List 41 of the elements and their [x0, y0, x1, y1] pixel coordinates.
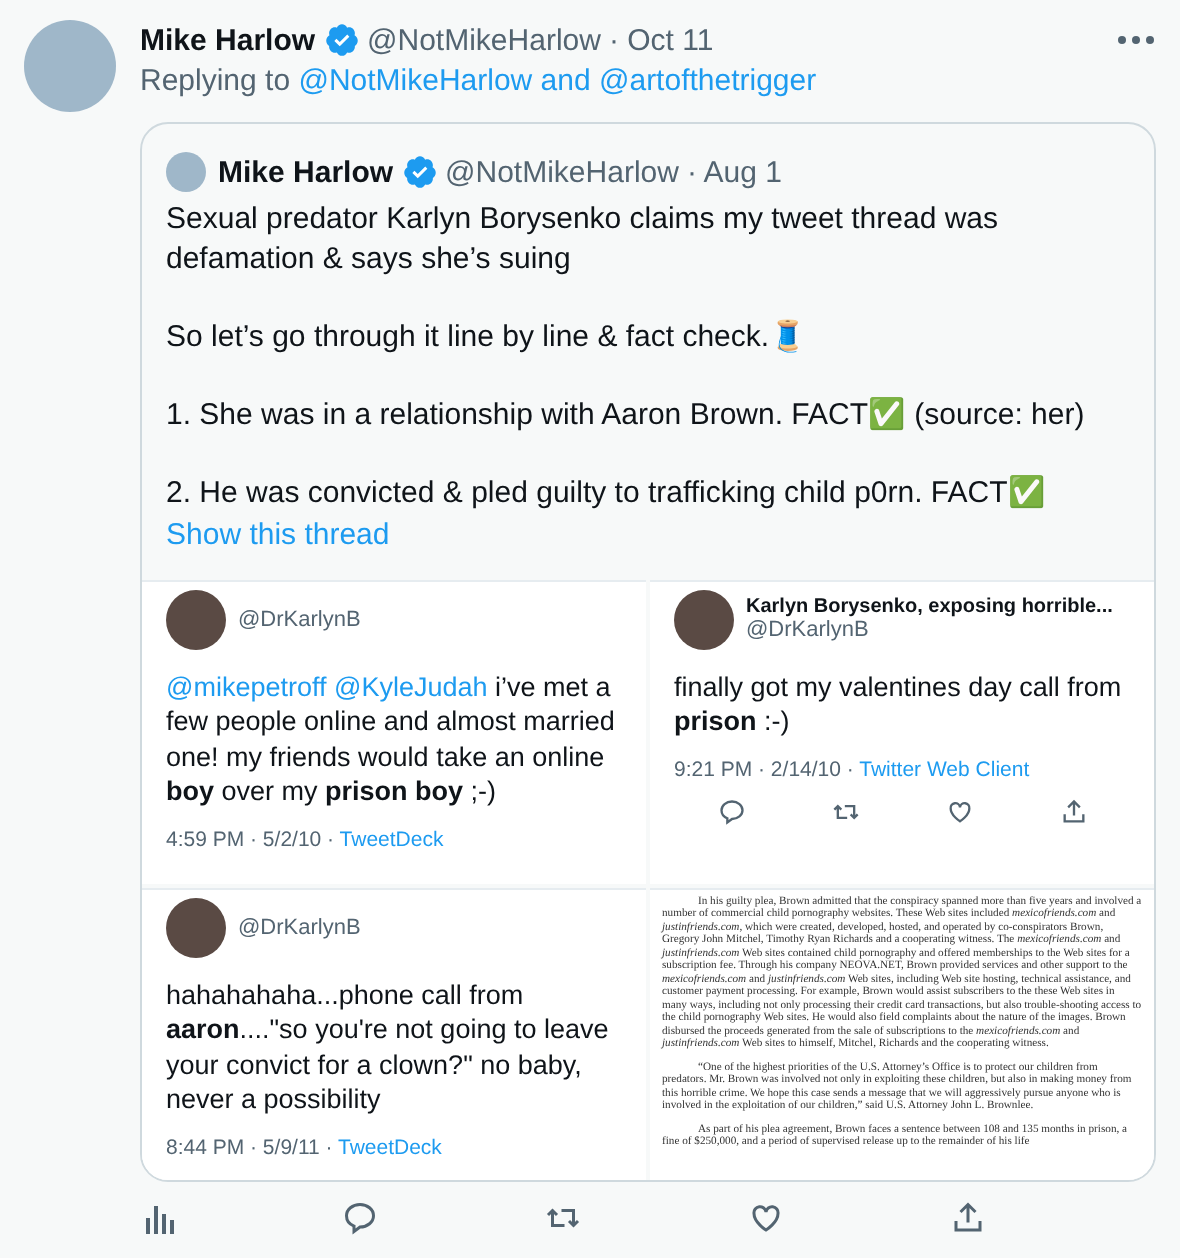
reply-icon	[717, 797, 745, 825]
source-link: TweetDeck	[339, 827, 444, 851]
analytics-icon[interactable]	[144, 1201, 176, 1233]
tweet-date[interactable]: · Oct 11	[608, 23, 714, 57]
heart-icon[interactable]	[748, 1199, 784, 1235]
avatar	[166, 152, 206, 192]
tweet-text: @mikepetroff @KyleJudah i’ve met a few people online and almost married one! my friends would take an online boy over my prison boy ;-)	[166, 669, 617, 809]
avatar	[674, 589, 734, 649]
author-handle: @DrKarlynB	[238, 915, 361, 939]
avatar	[166, 897, 226, 957]
author-handle[interactable]: @NotMikeHarlow	[367, 23, 601, 57]
tweet-screenshot[interactable]: @DrKarlynB hahahahaha...phone call from aaron...."so you're not going to leave your convict for a clown?" no baby, never a possibility 8:44 PM · 5/9/11 · TweetDeck	[142, 887, 646, 1179]
avatar	[166, 589, 226, 649]
share-icon[interactable]	[950, 1199, 986, 1235]
tweet-screenshot[interactable]: Karlyn Borysenko, exposing horrible... @DrKarlynB finally got my valentines day call from prison :-) 9:21 PM · 2/14/10 · Twitter Web Client	[650, 579, 1154, 883]
tweet-date: · Aug 1	[686, 155, 782, 189]
quoted-tweet-card[interactable]	[140, 122, 1156, 1181]
reply-icon[interactable]	[342, 1199, 378, 1235]
tweet-timestamp: 4:59 PM · 5/2/10 ·	[166, 827, 335, 851]
tweet-timestamp: 8:44 PM · 5/9/11 ·	[166, 1135, 333, 1159]
author-name: Karlyn Borysenko, exposing horrible...	[746, 596, 1113, 618]
document-screenshot[interactable]	[650, 887, 1154, 1179]
tweet-timestamp: 9:21 PM · 2/14/10 ·	[674, 757, 854, 781]
author-name[interactable]: Mike Harlow	[140, 23, 316, 57]
tweet-text: finally got my valentines day call from prison :-)	[674, 669, 1124, 739]
author-handle: @DrKarlynB	[238, 607, 361, 631]
tweet-text: 1. She was in a relationship with Aaron Brown. FACT✅ (source: her)	[166, 395, 1087, 434]
author-handle: @DrKarlynB	[746, 618, 871, 642]
heart-icon	[945, 797, 973, 825]
replying-to-label: Replying to	[140, 64, 291, 98]
author-handle: @NotMikeHarlow	[445, 155, 679, 189]
source-link: TweetDeck	[338, 1135, 442, 1159]
source-link: Twitter Web Client	[859, 757, 1030, 781]
tweet-text: 2. He was convicted & pled guilty to trafficking child p0rn. FACT✅	[166, 473, 1048, 512]
tweet-screenshot[interactable]: @DrKarlynB @mikepetroff @KyleJudah i’ve met a few people online and almost married one! my friends would take an online boy over my prison boy ;-) 4:59 PM · 5/2/10 · TweetDeck	[142, 579, 646, 883]
tweet-text: hahahahaha...phone call from aaron...."so you're not going to leave your convict for a clown?" no baby, never a possibility	[166, 977, 611, 1117]
tweet-text: Sexual predator Karlyn Borysenko claims my tweet thread was defamation & says she’s suing	[166, 200, 1001, 278]
tweet-text: So let’s go through it line by line & fact check.🧵	[166, 317, 810, 356]
share-icon	[1059, 797, 1087, 825]
author-name: Mike Harlow	[218, 155, 394, 189]
more-icon[interactable]	[1116, 34, 1156, 46]
